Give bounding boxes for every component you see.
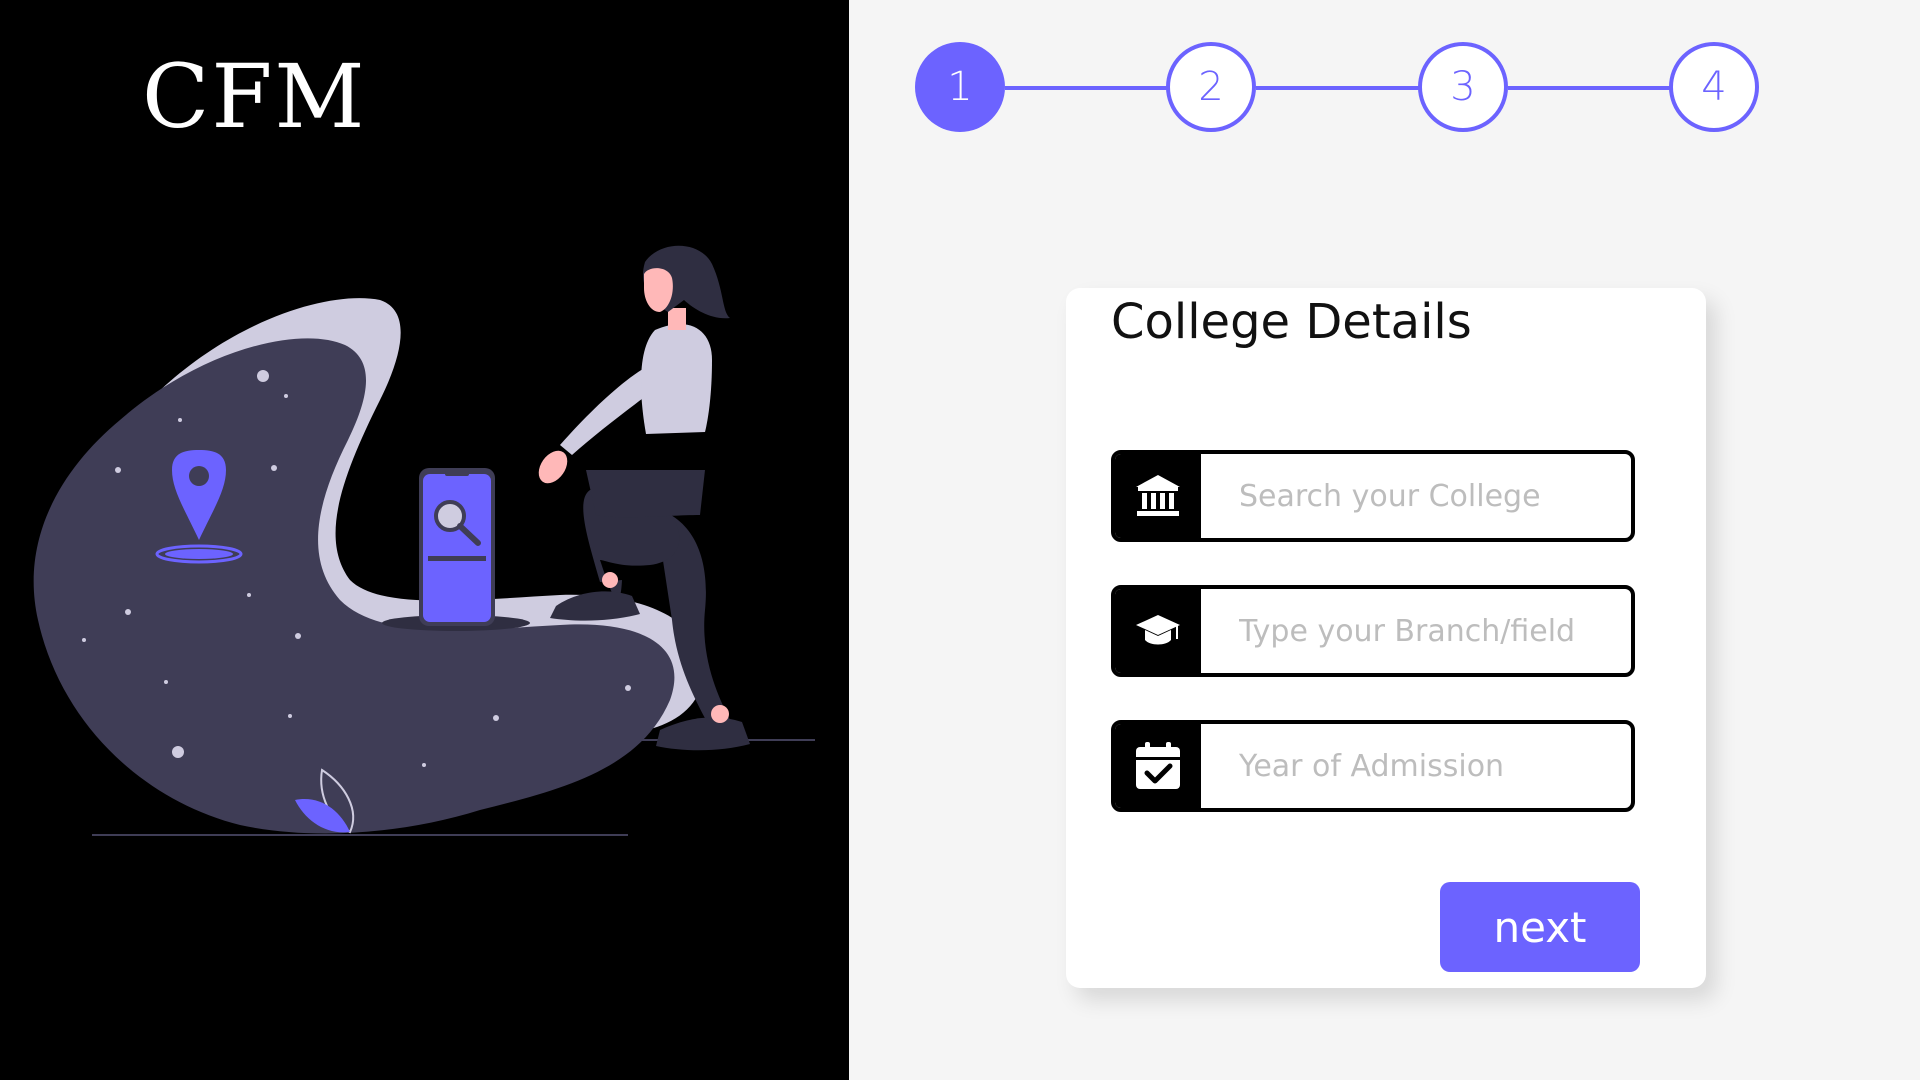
college-details-card: College Details Search your College Type… xyxy=(1066,288,1706,988)
hero-illustration xyxy=(33,245,815,836)
branch-input[interactable] xyxy=(1201,589,1631,673)
college-search-field xyxy=(1111,450,1635,542)
left-panel: CFM xyxy=(0,0,849,1080)
card-title: College Details xyxy=(1111,294,1472,350)
branch-field xyxy=(1111,585,1635,677)
step-3[interactable]: 3 xyxy=(1418,42,1508,132)
step-2[interactable]: 2 xyxy=(1166,42,1256,132)
graduation-cap-icon xyxy=(1136,615,1180,645)
step-4[interactable]: 4 xyxy=(1669,42,1759,132)
progress-stepper: 1 2 3 4 xyxy=(849,0,1920,180)
admission-year-input[interactable] xyxy=(1201,724,1631,808)
year-icon-box xyxy=(1115,724,1201,808)
step-1[interactable]: 1 xyxy=(915,42,1005,132)
bank-icon xyxy=(1136,475,1180,516)
college-icon-box xyxy=(1115,454,1201,538)
calendar-check-icon xyxy=(1136,742,1180,789)
college-search-input[interactable] xyxy=(1201,454,1631,538)
next-button[interactable]: next xyxy=(1440,882,1640,972)
right-panel: 1 2 3 4 College Details Search your College… xyxy=(849,0,1920,1080)
branch-icon-box xyxy=(1115,589,1201,673)
admission-year-field xyxy=(1111,720,1635,812)
